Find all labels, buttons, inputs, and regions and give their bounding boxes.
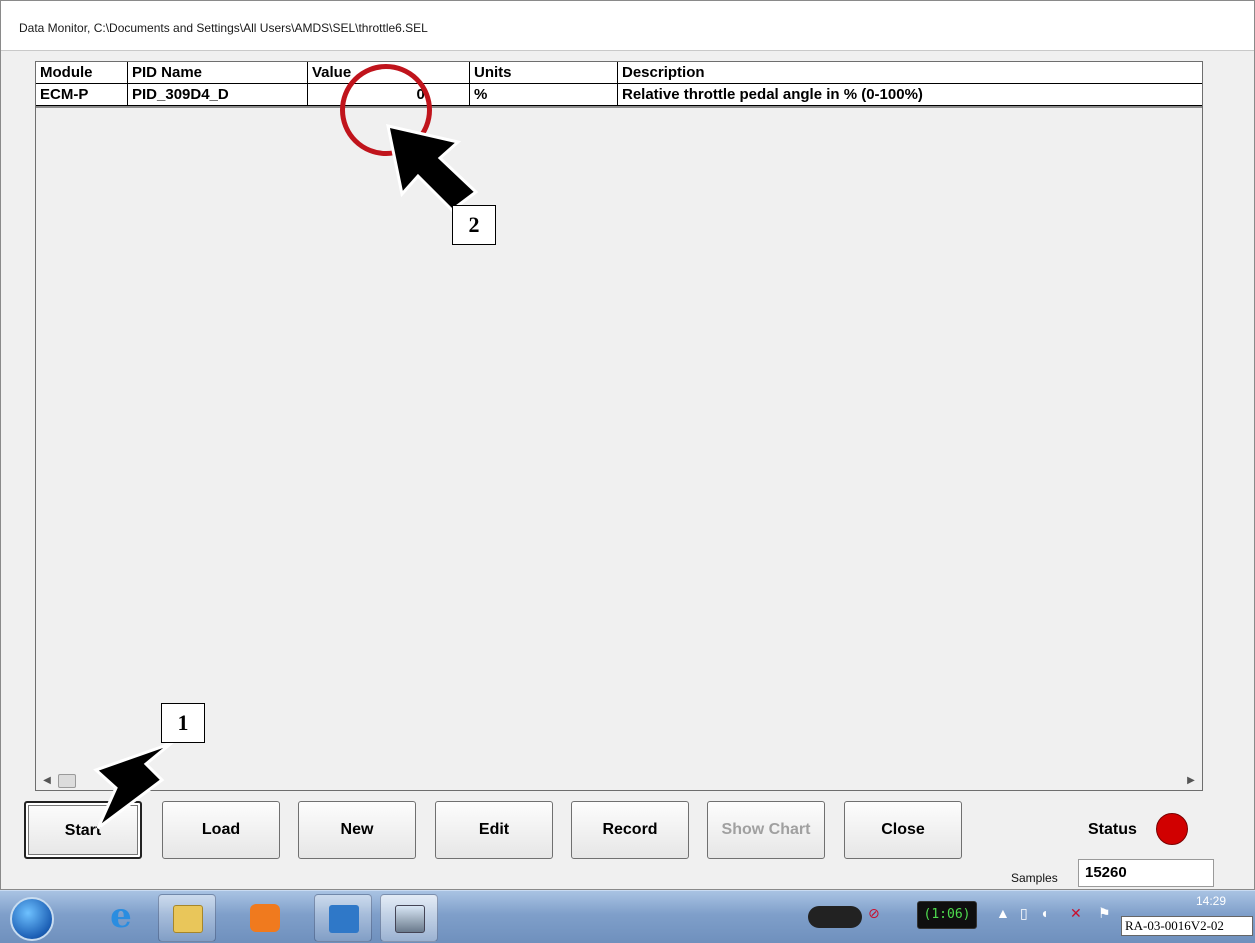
window-title: Data Monitor, C:\Documents and Settings\… <box>19 21 428 35</box>
cell-description: Relative throttle pedal angle in % (0-10… <box>622 86 923 103</box>
tray-volume-icon[interactable]: ◖ <box>1040 905 1048 921</box>
horizontal-scrollbar[interactable]: ◀ ▶ <box>36 772 1202 790</box>
pid-table: Module PID Name Value Units Description … <box>36 62 1202 108</box>
tray-usb-icon[interactable]: ▯ <box>1020 905 1028 922</box>
status-label: Status <box>1088 821 1137 838</box>
edit-button[interactable]: Edit <box>435 801 553 859</box>
figure-reference-label: RA-03-0016V2-02 <box>1121 916 1253 936</box>
cell-module: ECM-P <box>36 84 128 105</box>
column-header-description[interactable]: Description <box>618 62 1202 83</box>
callout-arrow-2-icon <box>386 124 479 212</box>
pid-data-grid[interactable]: Module PID Name Value Units Description … <box>35 61 1203 791</box>
media-player-icon <box>250 904 280 932</box>
cell-pid-name: PID_309D4_D <box>128 84 308 105</box>
tray-show-hidden-icon[interactable]: ▲ <box>996 905 1010 921</box>
callout-arrow-1-icon <box>93 734 181 830</box>
scroll-left-arrow-icon[interactable]: ◀ <box>40 774 54 788</box>
column-header-module[interactable]: Module <box>36 62 128 83</box>
record-button[interactable]: Record <box>571 801 689 859</box>
taskbar-ie-button[interactable]: e <box>92 894 150 942</box>
scroll-right-arrow-icon[interactable]: ▶ <box>1184 774 1198 788</box>
file-explorer-icon <box>173 905 203 933</box>
column-header-pid-name[interactable]: PID Name <box>128 62 308 83</box>
status-indicator-icon <box>1156 813 1188 845</box>
data-monitor-app-icon <box>395 905 425 933</box>
windows-start-icon[interactable] <box>10 897 54 941</box>
samples-count-field: 15260 <box>1078 859 1214 887</box>
close-button[interactable]: Close <box>844 801 962 859</box>
show-chart-button[interactable]: Show Chart <box>707 801 825 859</box>
tray-device-pill-icon[interactable] <box>808 906 862 928</box>
table-row[interactable]: ECM-P PID_309D4_D 0. % Relative throttle… <box>36 84 1202 106</box>
title-bar: Data Monitor, C:\Documents and Settings\… <box>1 1 1254 51</box>
taskbar-explorer-button[interactable] <box>158 894 216 942</box>
samples-label: Samples <box>1011 871 1058 885</box>
windows-taskbar: e ⊘ (1:06) ▲ ▯ ◖ ✕ ⚑ 14:29 RA-03-0016V2-… <box>0 890 1255 943</box>
taskbar-data-monitor-button[interactable] <box>380 894 438 942</box>
callout-number-1: 1 <box>161 703 205 743</box>
cell-units: % <box>470 84 618 105</box>
callout-number-2: 2 <box>452 205 496 245</box>
new-button[interactable]: New <box>298 801 416 859</box>
scroll-thumb[interactable] <box>58 774 76 788</box>
internet-explorer-icon: e <box>110 896 132 936</box>
network-app-icon <box>329 905 359 933</box>
tray-battery-indicator[interactable]: (1:06) <box>917 901 977 929</box>
column-header-units[interactable]: Units <box>470 62 618 83</box>
taskbar-network-app-button[interactable] <box>314 894 372 942</box>
tray-clock[interactable]: 14:29 <box>1196 894 1226 908</box>
tray-no-signal-icon[interactable]: ⊘ <box>868 905 880 922</box>
table-header-row: Module PID Name Value Units Description <box>36 62 1202 84</box>
tray-flag-icon[interactable]: ⚑ <box>1098 905 1111 922</box>
taskbar-media-button[interactable] <box>236 894 294 942</box>
tray-network-off-icon[interactable]: ✕ <box>1070 905 1082 922</box>
